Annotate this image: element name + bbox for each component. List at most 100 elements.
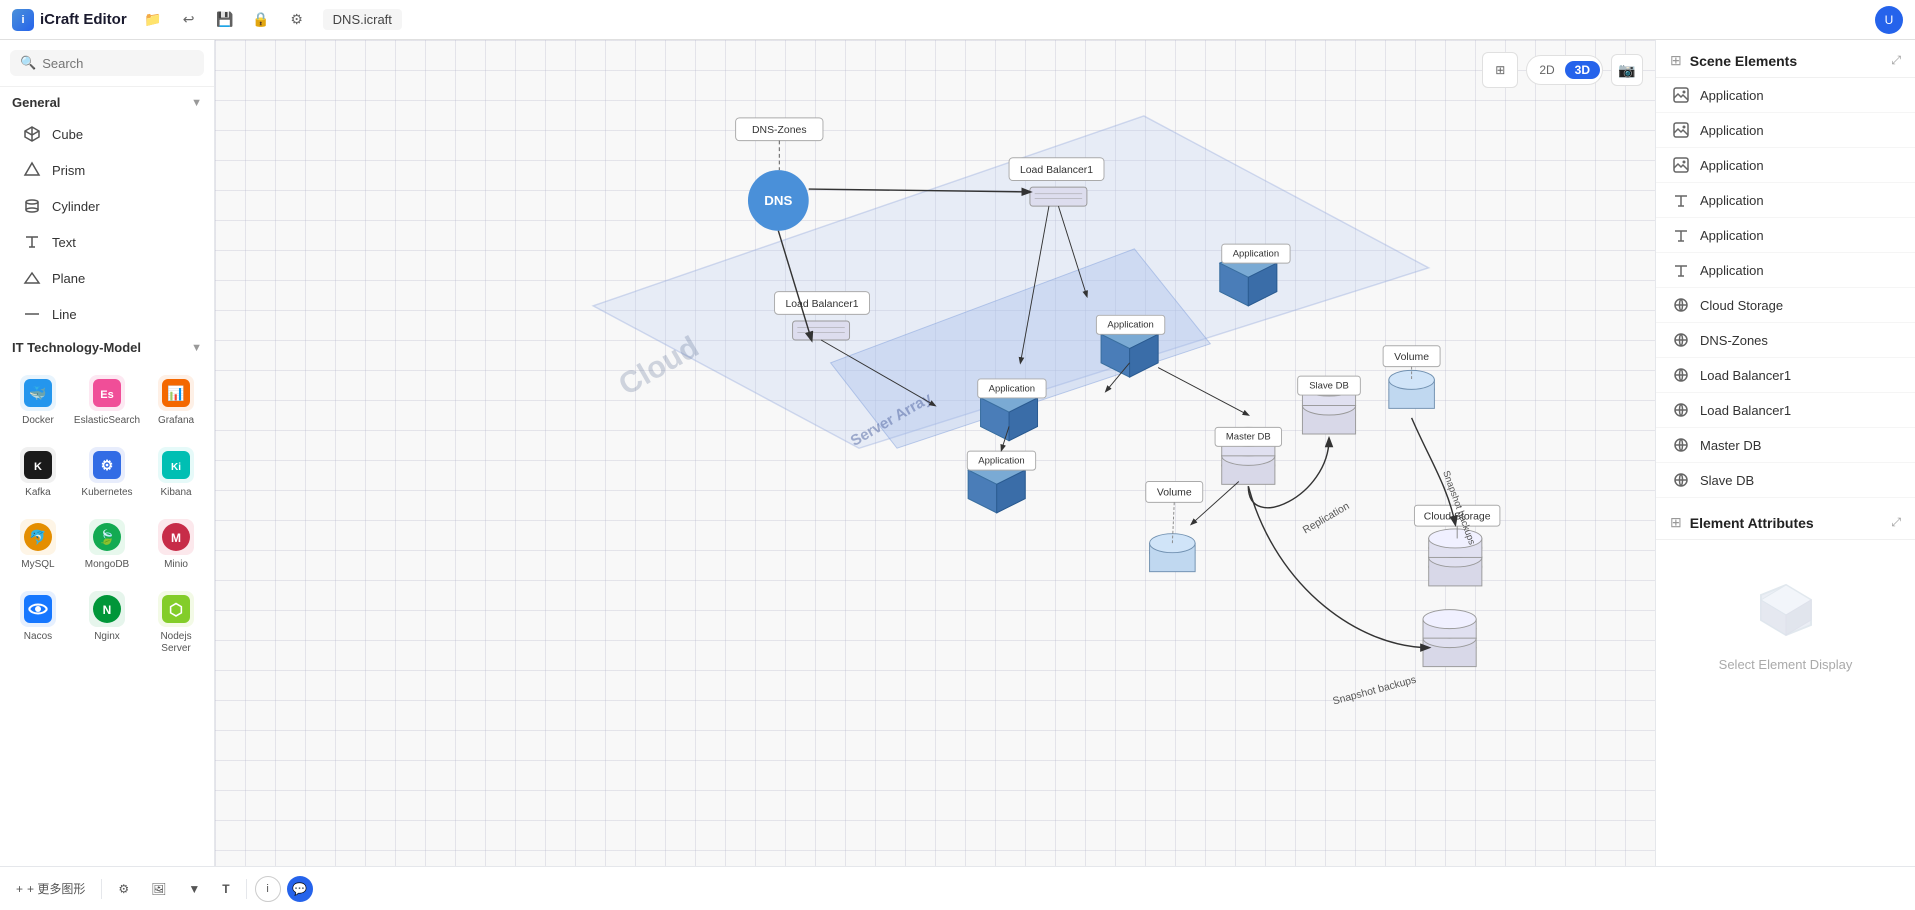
scene-element-dns-zones[interactable]: DNS-Zones <box>1656 323 1915 358</box>
chat-toolbar-button[interactable]: 💬 <box>287 876 313 902</box>
elasticsearch-label: EslasticSearch <box>74 415 140 427</box>
3d-toggle-button[interactable]: 3D <box>1565 61 1600 79</box>
titlebar: i iCraft Editor 📁 ↩ 💾 🔒 ⚙ DNS.icraft U <box>0 0 1915 40</box>
diagram-canvas[interactable]: Cloud Server Array DNS DNS-Zones Load Ba… <box>215 40 1655 866</box>
mongodb-label: MongoDB <box>85 559 129 571</box>
it-item-kibana[interactable]: Ki Kibana <box>148 439 204 507</box>
user-avatar: U <box>1875 6 1903 34</box>
volume2-label-text: Volume <box>1157 488 1192 499</box>
it-section-toggle[interactable]: ▼ <box>191 342 202 354</box>
nginx-icon: N <box>89 591 125 627</box>
left-sidebar: 🔍 General ▼ Cube <box>0 40 215 866</box>
scene-element-cloud-storage[interactable]: Cloud Storage <box>1656 288 1915 323</box>
scene-element-label-app-img-1: Application <box>1700 88 1764 103</box>
sidebar-item-plane[interactable]: Plane <box>6 261 208 295</box>
image-toolbar-button[interactable]: 🖼 <box>143 874 174 904</box>
nacos-label: Nacos <box>24 631 52 643</box>
kafka-icon: K <box>20 447 56 483</box>
scene-elements-icon: ⊞ <box>1670 52 1682 69</box>
scene-element-globe-icon-5 <box>1672 436 1690 454</box>
it-item-nacos[interactable]: Nacos <box>10 583 66 663</box>
nodejs-label: Nodejs Server <box>152 631 200 655</box>
general-section-toggle[interactable]: ▼ <box>191 97 202 109</box>
sidebar-item-line[interactable]: Line <box>6 297 208 331</box>
grid-view-button[interactable]: ⊞ <box>1486 56 1514 84</box>
scene-elements-list: Application Application Application <box>1656 78 1915 498</box>
scene-element-label-app-img-2: Application <box>1700 123 1764 138</box>
it-item-mongodb[interactable]: 🍃 MongoDB <box>70 511 144 579</box>
open-folder-button[interactable]: 📁 <box>139 6 167 34</box>
minio-label: Minio <box>164 559 188 571</box>
plane-icon <box>22 268 42 288</box>
history-button[interactable]: ↩ <box>175 6 203 34</box>
it-item-mysql[interactable]: 🐬 MySQL <box>10 511 66 579</box>
app2-label-text: Application <box>1107 320 1153 331</box>
scene-element-app-img-2[interactable]: Application <box>1656 113 1915 148</box>
grafana-icon: 📊 <box>158 375 194 411</box>
it-item-kafka[interactable]: K Kafka <box>10 439 66 507</box>
svg-text:📊: 📊 <box>167 385 184 402</box>
lb1-left-text: Load Balancer1 <box>785 299 858 310</box>
sidebar-item-cube[interactable]: Cube <box>6 117 208 151</box>
svg-text:N: N <box>103 603 112 617</box>
app3-label-text: Application <box>989 383 1035 394</box>
kafka-label: Kafka <box>25 487 51 499</box>
lb1-top-device[interactable] <box>1030 187 1087 206</box>
settings-toolbar-button[interactable]: ⚙ <box>110 874 137 904</box>
scene-element-slave-db[interactable]: Slave DB <box>1656 463 1915 498</box>
lock-button[interactable]: 🔒 <box>247 6 275 34</box>
canvas-area[interactable]: ⊞ 2D 3D 📷 Cloud Server Array <box>215 40 1655 866</box>
scene-element-lb1-a[interactable]: Load Balancer1 <box>1656 358 1915 393</box>
plane-label: Plane <box>52 271 85 286</box>
element-attrs-expand[interactable]: ⤢ <box>1891 515 1901 530</box>
screenshot-button[interactable]: 📷 <box>1611 54 1643 86</box>
settings-button[interactable]: ⚙ <box>283 6 311 34</box>
cloud-storage-2-group[interactable] <box>1423 610 1476 667</box>
nodejs-icon: ⬡ <box>158 591 194 627</box>
sidebar-item-cylinder[interactable]: Cylinder <box>6 189 208 223</box>
scene-element-globe-icon-4 <box>1672 401 1690 419</box>
it-item-kubernetes[interactable]: ⚙ Kubernetes <box>70 439 144 507</box>
text-toolbar-button[interactable]: T <box>214 874 237 904</box>
search-input[interactable] <box>42 56 194 71</box>
2d-3d-toggle: 2D 3D <box>1526 55 1603 85</box>
line-app2-masterdb <box>1158 368 1248 415</box>
scene-elements-expand[interactable]: ⤢ <box>1891 53 1901 68</box>
it-item-nginx[interactable]: N Nginx <box>70 583 144 663</box>
more-toolbar-button[interactable]: ▼ <box>180 874 208 904</box>
save-button[interactable]: 💾 <box>211 6 239 34</box>
main-area: 🔍 General ▼ Cube <box>0 40 1915 866</box>
scene-element-master-db[interactable]: Master DB <box>1656 428 1915 463</box>
2d-toggle-button[interactable]: 2D <box>1529 61 1564 79</box>
svg-text:🐳: 🐳 <box>29 385 46 401</box>
scene-element-app-img-1[interactable]: Application <box>1656 78 1915 113</box>
scene-element-label-slave-db: Slave DB <box>1700 473 1754 488</box>
it-item-docker[interactable]: 🐳 Docker <box>10 367 66 435</box>
it-item-minio[interactable]: M Minio <box>148 511 204 579</box>
scene-element-label-dns-zones: DNS-Zones <box>1700 333 1768 348</box>
nacos-icon <box>20 591 56 627</box>
add-shapes-button[interactable]: + + 更多图形 <box>8 874 93 904</box>
volume2-group[interactable] <box>1150 534 1196 572</box>
svg-text:Es: Es <box>100 389 113 401</box>
snapshot-label-2: Snapshot backups <box>1332 675 1418 708</box>
info-toolbar-button[interactable]: i <box>255 876 281 902</box>
it-item-elasticsearch[interactable]: Es EslasticSearch <box>70 367 144 435</box>
it-item-grafana[interactable]: 📊 Grafana <box>148 367 204 435</box>
sidebar-item-prism[interactable]: Prism <box>6 153 208 187</box>
scene-element-app-text-2[interactable]: Application <box>1656 218 1915 253</box>
text-label: Text <box>52 235 76 250</box>
app1-label-text: Application <box>1233 248 1279 259</box>
scene-element-app-text-3[interactable]: Application <box>1656 253 1915 288</box>
it-item-nodejs[interactable]: ⬡ Nodejs Server <box>148 583 204 663</box>
scene-element-app-img-3[interactable]: Application <box>1656 148 1915 183</box>
element-attrs-title: Element Attributes <box>1690 515 1884 531</box>
sidebar-item-text[interactable]: Text <box>6 225 208 259</box>
search-input-wrap[interactable]: 🔍 <box>10 50 204 76</box>
lb1-left-device[interactable] <box>793 321 850 340</box>
canvas-top-bar: ⊞ 2D 3D 📷 <box>1482 52 1643 88</box>
scene-element-lb1-b[interactable]: Load Balancer1 <box>1656 393 1915 428</box>
mysql-label: MySQL <box>21 559 54 571</box>
scene-element-app-text-1[interactable]: Application <box>1656 183 1915 218</box>
cube-label: Cube <box>52 127 83 142</box>
